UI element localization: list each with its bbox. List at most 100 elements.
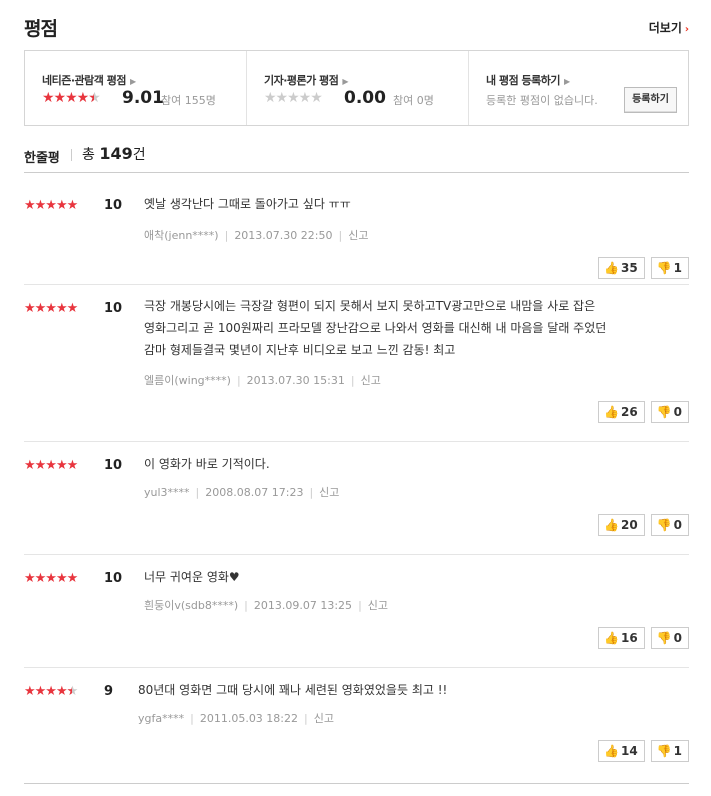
- rating-summary-box: 네티즌·관람객 평점▶ ★★★★★★ 9.01 참여 155명 기자·평론가 평…: [24, 50, 689, 126]
- thumbs-up-icon: 👍: [604, 631, 619, 645]
- vote-buttons: 👍 20 👎 0: [592, 514, 689, 536]
- review-item: ★★★★★ 10 이 영화가 바로 기적이다. yul3**** | 2008.08…: [24, 442, 689, 555]
- review-text: 극장 개봉당시에는 극장갈 형편이 되지 못해서 보지 못하고TV광고만으로 내…: [144, 295, 684, 361]
- section-header: 평점 더보기 ›: [24, 0, 689, 50]
- review-line: 영화그리고 곧 100원짜리 프라모델 장난감으로 나와서 영화를 대신해 내 …: [144, 321, 607, 335]
- like-count: 14: [620, 744, 638, 758]
- thumbs-down-icon: 👎: [656, 631, 672, 645]
- review-stars: ★★★★★: [24, 198, 78, 213]
- review-user[interactable]: 애착(jenn****): [144, 229, 219, 242]
- review-score: 10: [104, 458, 123, 473]
- vote-buttons: 👍 26 👎 0: [592, 401, 689, 423]
- netizen-rating: 네티즌·관람객 평점▶ ★★★★★★ 9.01 참여 155명: [25, 51, 246, 125]
- dislike-count: 0: [673, 518, 682, 532]
- review-text: 옛날 생각난다 그때로 돌아가고 싶다 ㅠㅠ: [144, 193, 684, 215]
- review-line: 극장 개봉당시에는 극장갈 형편이 되지 못해서 보지 못하고TV광고만으로 내…: [144, 299, 596, 313]
- review-count-bar: 한줄평 총 149건: [24, 126, 689, 173]
- review-user[interactable]: 엘름이(wing****): [144, 374, 231, 387]
- review-line: 너무 귀여운 영화♥: [144, 570, 240, 584]
- review-item: ★★★★★★ 9 80년대 영화면 그때 당시에 꽤나 세련된 영화였었을듯 최…: [24, 668, 689, 784]
- review-score: 10: [104, 198, 123, 213]
- review-text: 80년대 영화면 그때 당시에 꽤나 세련된 영화였었을듯 최고 !!: [138, 679, 678, 701]
- dislike-button[interactable]: 👎 0: [650, 514, 689, 536]
- dislike-button[interactable]: 👎 0: [650, 627, 689, 649]
- vote-buttons: 👍 35 👎 1: [592, 257, 689, 279]
- review-date: 2011.05.03 18:22: [199, 712, 299, 725]
- review-user[interactable]: yul3****: [144, 486, 190, 499]
- my-rating: 내 평점 등록하기 ▶ 등록한 평점이 없습니다. 등록하기: [468, 51, 691, 125]
- review-meta: 흰둥이v(sdb8****) | 2013.09.07 13:25 | 신고: [144, 599, 389, 612]
- report-link[interactable]: 신고: [368, 599, 388, 612]
- review-stars: ★★★★★: [24, 458, 78, 473]
- my-rating-note: 등록한 평점이 없습니다.: [486, 94, 598, 107]
- triangle-right-icon: ▶: [564, 77, 570, 86]
- review-total: 총 149건: [82, 144, 146, 164]
- review-meta: yul3**** | 2008.08.07 17:23 | 신고: [144, 486, 340, 499]
- chevron-right-icon: ›: [684, 24, 689, 35]
- total-number: 149: [99, 144, 133, 163]
- like-button[interactable]: 👍 14: [598, 740, 645, 762]
- more-label[interactable]: 더보기: [649, 21, 682, 35]
- critic-rating-link[interactable]: 기자·평론가 평점 ▶: [264, 72, 348, 88]
- report-link[interactable]: 신고: [348, 229, 368, 242]
- triangle-right-icon: ▶: [129, 77, 136, 86]
- register-button[interactable]: 등록하기: [624, 87, 677, 113]
- critic-rating-label[interactable]: 기자·평론가 평점: [264, 74, 339, 87]
- thumbs-up-icon: 👍: [604, 518, 619, 532]
- review-line: 80년대 영화면 그때 당시에 꽤나 세련된 영화였었을듯 최고 !!: [138, 683, 448, 697]
- thumbs-down-icon: 👎: [656, 518, 672, 532]
- review-user[interactable]: 흰둥이v(sdb8****): [144, 599, 238, 612]
- divider: [71, 149, 72, 161]
- review-date: 2013.07.30 15:31: [246, 374, 345, 387]
- review-stars: ★★★★★: [24, 301, 78, 316]
- review-line: 이 영화가 바로 기적이다.: [144, 457, 270, 471]
- netizen-score: 9.01: [122, 88, 164, 108]
- dislike-button[interactable]: 👎 1: [650, 257, 689, 279]
- rating-section: 평점 더보기› 네티즌·관람객 평점▶ ★★★★★★ 9.01 참여 155명 …: [24, 0, 689, 784]
- review-meta: 엘름이(wing****) | 2013.07.30 15:31 | 신고: [144, 374, 381, 387]
- like-button[interactable]: 👍 20: [598, 514, 645, 536]
- triangle-right-icon: ▶: [342, 77, 349, 86]
- review-date: 2013.07.30 22:50: [234, 229, 333, 242]
- my-rating-label[interactable]: 내 평점 등록하기: [486, 74, 561, 87]
- vote-buttons: 👍 14 👎 1: [592, 740, 689, 762]
- critic-stars: ★★★★★: [264, 90, 323, 106]
- critic-rating: 기자·평론가 평점 ▶ ★★★★★ 0.00 참여 0명: [246, 51, 468, 125]
- review-date: 2013.09.07 13:25: [253, 599, 353, 612]
- review-score: 9: [104, 684, 114, 699]
- like-button[interactable]: 👍 16: [598, 627, 645, 649]
- like-button[interactable]: 👍 35: [598, 257, 645, 279]
- thumbs-down-icon: 👎: [656, 261, 672, 275]
- like-count: 26: [620, 405, 638, 419]
- more-link[interactable]: 더보기 ›: [649, 19, 689, 36]
- netizen-rating-link[interactable]: 네티즌·관람객 평점 ▶: [42, 72, 136, 88]
- like-count: 16: [620, 631, 638, 645]
- report-link[interactable]: 신고: [319, 486, 339, 499]
- report-link[interactable]: 신고: [361, 374, 381, 387]
- netizen-rating-label[interactable]: 네티즌·관람객 평점: [42, 74, 126, 87]
- dislike-button[interactable]: 👎 1: [650, 740, 689, 762]
- review-stars: ★★★★★: [24, 571, 78, 586]
- review-date: 2008.08.07 17:23: [205, 486, 304, 499]
- dislike-button[interactable]: 👎 0: [650, 401, 689, 423]
- review-item: ★★★★★ 10 극장 개봉당시에는 극장갈 형편이 되지 못해서 보지 못하고…: [24, 285, 689, 442]
- review-item: ★★★★★ 10 옛날 생각난다 그때로 돌아가고 싶다 ㅠㅠ 애착(jenn*…: [24, 173, 689, 285]
- thumbs-down-icon: 👎: [656, 405, 672, 419]
- thumbs-down-icon: 👎: [656, 744, 672, 758]
- review-text: 너무 귀여운 영화♥: [144, 566, 684, 588]
- thumbs-up-icon: 👍: [604, 261, 619, 275]
- review-score: 10: [104, 301, 123, 316]
- review-list: ★★★★★ 10 옛날 생각난다 그때로 돌아가고 싶다 ㅠㅠ 애착(jenn*…: [24, 173, 689, 784]
- review-user[interactable]: ygfa****: [138, 712, 184, 725]
- dislike-count: 0: [673, 405, 682, 419]
- review-item: ★★★★★ 10 너무 귀여운 영화♥ 흰둥이v(sdb8****) | 2013.…: [24, 555, 689, 668]
- my-rating-link[interactable]: 내 평점 등록하기 ▶: [486, 72, 570, 88]
- report-link[interactable]: 신고: [314, 712, 334, 725]
- review-meta: ygfa**** | 2011.05.03 18:22 | 신고: [138, 712, 334, 725]
- review-count-label: 한줄평: [24, 151, 60, 166]
- netizen-participants: 참여 155명: [161, 94, 216, 107]
- review-stars: ★★★★★★: [24, 684, 78, 699]
- review-line: 감마 형제들결국 몇년이 지난후 비디오로 보고 느낀 감동! 최고: [144, 343, 456, 357]
- thumbs-up-icon: 👍: [604, 744, 619, 758]
- like-button[interactable]: 👍 26: [598, 401, 645, 423]
